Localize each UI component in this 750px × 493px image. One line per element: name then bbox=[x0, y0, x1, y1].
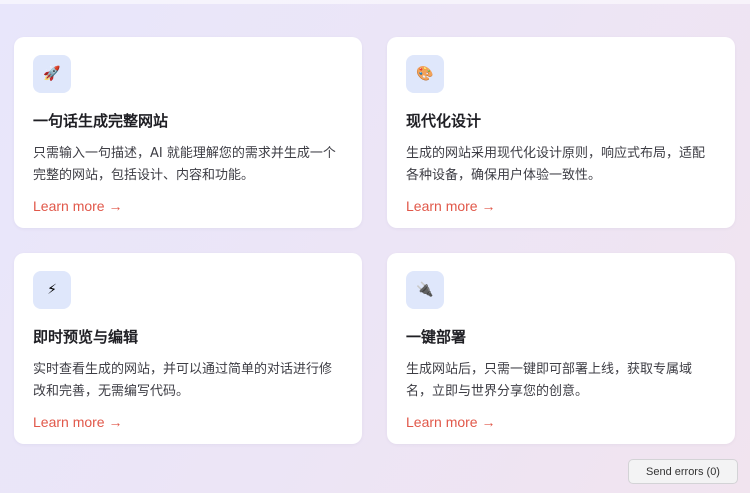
feature-title: 现代化设计 bbox=[406, 112, 482, 130]
lightning-icon: ⚡ bbox=[33, 271, 71, 309]
send-errors-button[interactable]: Send errors (0) bbox=[628, 459, 738, 484]
learn-more-link[interactable]: Learn more → bbox=[406, 412, 495, 432]
feature-card-modern-design: 🎨 现代化设计 生成的网站采用现代化设计原则，响应式布局，适配各种设备，确保用户… bbox=[387, 37, 735, 228]
feature-title: 一键部署 bbox=[406, 328, 467, 346]
feature-card-one-sentence: 🚀 一句话生成完整网站 只需输入一句描述，AI 就能理解您的需求并生成一个完整的… bbox=[14, 37, 362, 228]
feature-description: 生成网站后，只需一键即可部署上线，获取专属域名，立即与世界分享您的创意。 bbox=[406, 362, 693, 399]
feature-card-one-click-deploy: 🔌 一键部署 生成网站后，只需一键即可部署上线，获取专属域名，立即与世界分享您的… bbox=[387, 253, 735, 444]
learn-more-link[interactable]: Learn more → bbox=[406, 196, 495, 216]
palette-icon: 🎨 bbox=[406, 55, 444, 93]
top-strip bbox=[0, 0, 750, 4]
feature-description: 生成的网站采用现代化设计原则，响应式布局，适配各种设备，确保用户体验一致性。 bbox=[406, 146, 706, 183]
rocket-icon: 🚀 bbox=[33, 55, 71, 93]
plug-icon: 🔌 bbox=[406, 271, 444, 309]
learn-more-link[interactable]: Learn more → bbox=[33, 412, 122, 432]
learn-more-link[interactable]: Learn more → bbox=[33, 196, 122, 216]
feature-card-instant-preview: ⚡ 即时预览与编辑 实时查看生成的网站，并可以通过简单的对话进行修改和完善，无需… bbox=[14, 253, 362, 444]
feature-description: 实时查看生成的网站，并可以通过简单的对话进行修改和完善，无需编写代码。 bbox=[33, 362, 333, 399]
feature-description: 只需输入一句描述，AI 就能理解您的需求并生成一个完整的网站，包括设计、内容和功… bbox=[33, 146, 336, 183]
feature-title: 一句话生成完整网站 bbox=[33, 112, 169, 130]
feature-title: 即时预览与编辑 bbox=[33, 328, 139, 346]
